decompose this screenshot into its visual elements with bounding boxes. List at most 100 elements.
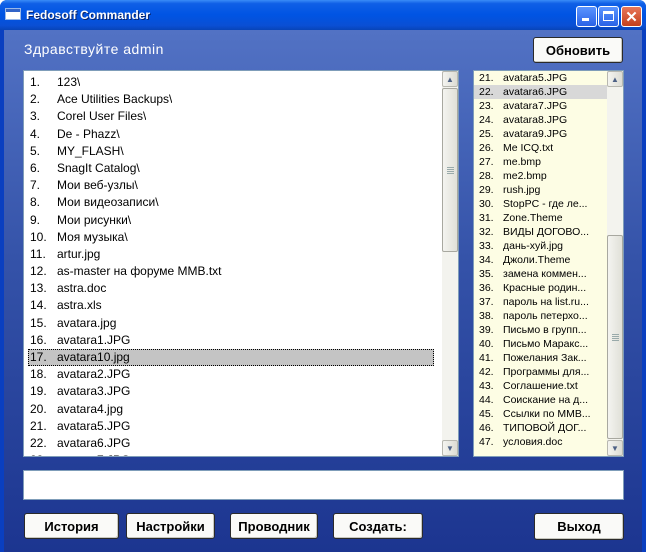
grip-icon [612, 334, 619, 341]
list-item[interactable]: 1. 123\ [24, 74, 438, 91]
list-item[interactable]: 43. Соглашение.txt [474, 379, 607, 393]
list-item[interactable]: 37. пароль на list.ru... [474, 295, 607, 309]
close-button[interactable]: ✕ [621, 6, 642, 27]
list-item[interactable]: 22. avatara6.JPG [474, 85, 607, 99]
list-item[interactable]: 27. me.bmp [474, 155, 607, 169]
list-item[interactable]: 22. avatara6.JPG [24, 435, 438, 452]
list-item[interactable]: 13. astra.doc [24, 280, 438, 297]
list-item[interactable]: 15. avatara.jpg [24, 315, 438, 332]
greeting-text: Здравствуйте admin [24, 41, 164, 57]
list-item[interactable]: 10. Моя музыка\ [24, 229, 438, 246]
item-name: avatara2.JPG [57, 367, 131, 382]
item-name: avatara10.jpg [57, 350, 130, 364]
settings-button[interactable]: Настройки [126, 513, 215, 539]
scroll-up-icon[interactable]: ▲ [607, 71, 623, 87]
item-number: 13. [30, 281, 47, 296]
list-item[interactable]: 46. ТИПОВОЙ ДОГ... [474, 421, 607, 435]
item-name: Corel User Files\ [57, 109, 147, 124]
list-item[interactable]: 11. artur.jpg [24, 246, 438, 263]
refresh-button[interactable]: Обновить [533, 37, 623, 63]
right-scrollbar[interactable]: ▲ ▼ [607, 71, 623, 456]
scroll-up-icon[interactable]: ▲ [442, 71, 458, 87]
list-item[interactable]: 3. Corel User Files\ [24, 108, 438, 125]
list-item[interactable]: 29. rush.jpg [474, 183, 607, 197]
item-name: StopPC - где ле... [503, 198, 588, 210]
right-file-list[interactable]: 21. avatara5.JPG 22. avatara6.JPG 23. avatara… [474, 71, 607, 456]
list-item[interactable]: 34. Джоли.Theme [474, 253, 607, 267]
history-button[interactable]: История [24, 513, 119, 539]
item-number: 2. [30, 92, 41, 107]
item-number: 33. [479, 240, 494, 252]
list-item[interactable]: 20. avatara4.jpg [24, 401, 438, 418]
list-item[interactable]: 38. пароль петерхо... [474, 309, 607, 323]
item-name: avatara6.JPG [503, 86, 568, 98]
item-name: avatara8.JPG [503, 114, 568, 126]
item-number: 18. [30, 367, 47, 382]
item-name: замена коммен... [503, 268, 587, 280]
exit-button[interactable]: Выход [534, 513, 624, 540]
item-number: 17. [30, 350, 47, 364]
list-item[interactable]: 19. avatara3.JPG [24, 383, 438, 400]
item-name: avatara6.JPG [57, 435, 131, 450]
minimize-button[interactable] [576, 6, 597, 27]
list-item[interactable]: 17. avatara10.jpg [28, 349, 434, 367]
list-item[interactable]: 41. Пожелания Зак... [474, 351, 607, 365]
list-item[interactable]: 4. De - Phazz\ [24, 126, 438, 143]
scroll-thumb[interactable] [607, 235, 623, 439]
left-scrollbar[interactable]: ▲ ▼ [442, 71, 458, 456]
list-item[interactable]: 39. Письмо в групп... [474, 323, 607, 337]
item-number: 1. [30, 75, 41, 89]
list-item[interactable]: 28. me2.bmp [474, 169, 607, 183]
scroll-thumb[interactable] [442, 88, 458, 252]
list-item[interactable]: 7. Мои веб-узлы\ [24, 177, 438, 194]
list-item[interactable]: 18. avatara2.JPG [24, 366, 438, 383]
list-item[interactable]: 16. avatara1.JPG [24, 332, 438, 349]
item-number: 41. [479, 352, 494, 364]
item-number: 43. [479, 380, 494, 392]
maximize-button[interactable] [598, 6, 619, 27]
item-name: avatara5.JPG [503, 72, 568, 84]
item-name: SnagIt Catalog\ [57, 160, 140, 175]
window-title: Fedosoff Commander [26, 8, 151, 22]
list-item[interactable]: 25. avatara9.JPG [474, 127, 607, 141]
list-item[interactable]: 30. StopPC - где ле... [474, 197, 607, 211]
list-item[interactable]: 33. дань-хуй.jpg [474, 239, 607, 253]
list-item[interactable]: 45. Ссылки по MMB... [474, 407, 607, 421]
list-item[interactable]: 12. as-master на форуме MMB.txt [24, 263, 438, 280]
item-number: 14. [30, 298, 47, 313]
scroll-down-icon[interactable]: ▼ [442, 440, 458, 456]
item-number: 21. [479, 72, 494, 84]
list-item[interactable]: 8. Мои видеозаписи\ [24, 194, 438, 211]
list-item[interactable]: 40. Письмо Маракс... [474, 337, 607, 351]
list-item[interactable]: 9. Мои рисунки\ [24, 212, 438, 229]
title-bar[interactable]: Fedosoff Commander ✕ [0, 0, 646, 30]
list-item[interactable]: 35. замена коммен... [474, 267, 607, 281]
list-item[interactable]: 23.avatara7.JPG [474, 99, 607, 113]
list-item[interactable]: 21. avatara5.JPG [474, 71, 607, 85]
list-item[interactable]: 6. SnagIt Catalog\ [24, 160, 438, 177]
item-number: 23. [479, 100, 494, 112]
list-item[interactable]: 36. Красные родин... [474, 281, 607, 295]
list-item[interactable]: 42. Программы для... [474, 365, 607, 379]
list-item[interactable]: 21. avatara5.JPG [24, 418, 438, 435]
explorer-button[interactable]: Проводник [230, 513, 318, 539]
list-item[interactable]: 32. ВИДЫ ДОГОВО... [474, 225, 607, 239]
item-number: 38. [479, 310, 494, 322]
list-item[interactable]: 47. условия.doc [474, 435, 607, 449]
list-item[interactable]: 23.avatara7.JPG [24, 452, 438, 456]
scroll-down-icon[interactable]: ▼ [607, 440, 623, 456]
list-item[interactable]: 26. Me ICQ.txt [474, 141, 607, 155]
create-button[interactable]: Создать: [333, 513, 423, 539]
item-name: avatara3.JPG [57, 384, 131, 399]
list-item[interactable]: 44. Соискание на д... [474, 393, 607, 407]
left-file-list[interactable]: 1. 123\ 2. Ace Utilities Backups\ 3. Corel Us… [24, 71, 438, 456]
app-window: Fedosoff Commander ✕ Здравствуйте admin … [0, 0, 646, 552]
item-number: 22. [479, 86, 494, 98]
list-item[interactable]: 14. astra.xls [24, 297, 438, 314]
item-name: astra.doc [57, 281, 107, 296]
list-item[interactable]: 5. MY_FLASH\ [24, 143, 438, 160]
path-input[interactable] [23, 470, 624, 500]
list-item[interactable]: 31. Zone.Theme [474, 211, 607, 225]
list-item[interactable]: 24. avatara8.JPG [474, 113, 607, 127]
list-item[interactable]: 2. Ace Utilities Backups\ [24, 91, 438, 108]
